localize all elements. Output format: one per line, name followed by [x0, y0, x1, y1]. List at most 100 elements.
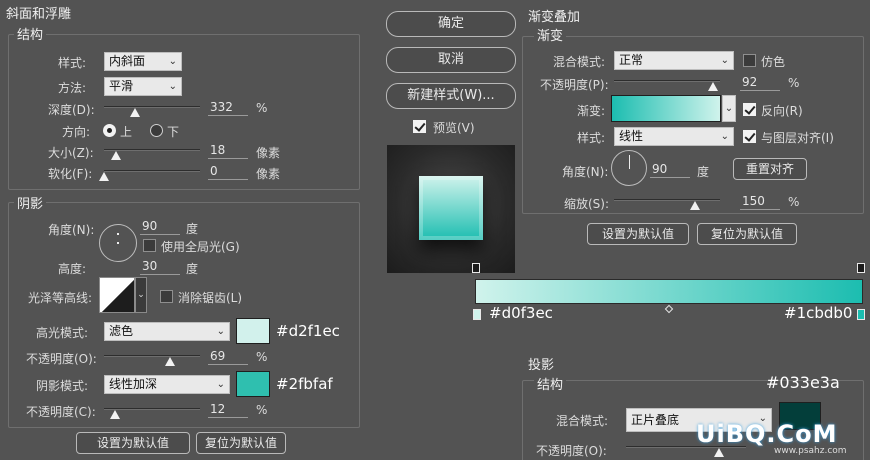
highlight-mode-value: 滤色 — [109, 324, 134, 338]
drop-shadow-opacity-thumb[interactable] — [714, 448, 724, 457]
bevel-technique-select[interactable]: 平滑 ⌄ — [104, 77, 182, 96]
gradient-blend-select[interactable]: 正常 ⌄ — [614, 51, 734, 70]
cancel-button[interactable]: 取消 — [386, 47, 516, 73]
gradient-dropdown-chevron-icon[interactable]: ⌄ — [722, 95, 736, 122]
bevel-depth-slider[interactable] — [104, 106, 200, 108]
drop-shadow-blend-label: 混合模式: — [556, 414, 609, 428]
chevron-down-icon: ⌄ — [168, 56, 177, 67]
dial-hand — [629, 155, 630, 169]
direction-down-radio[interactable] — [150, 124, 163, 137]
highlight-mode-label: 高光模式: — [36, 326, 89, 340]
dial-center — [117, 242, 119, 244]
gradient-blend-label: 混合模式: — [553, 55, 606, 69]
chevron-down-icon: ⌄ — [216, 379, 225, 390]
reverse-checkbox[interactable] — [743, 103, 756, 116]
shadow-mode-select[interactable]: 线性加深 ⌄ — [104, 375, 230, 394]
drop-shadow-opacity-label: 不透明度(O): — [536, 444, 607, 458]
gradient-end-hex: #1cbdb0 — [784, 304, 853, 322]
bevel-technique-value: 平滑 — [109, 79, 134, 93]
antialias-label: 消除锯齿(L) — [178, 291, 243, 305]
gradient-scale-thumb[interactable] — [690, 201, 700, 210]
opacity-stop-right-icon[interactable] — [857, 263, 865, 273]
shadow-opacity-input[interactable]: 12 — [208, 402, 248, 418]
gradient-scale-label: 缩放(S): — [564, 197, 610, 211]
style-preview-box — [387, 145, 515, 273]
color-stop-left-icon[interactable] — [473, 309, 481, 320]
align-layer-checkbox[interactable] — [743, 130, 756, 143]
shadow-mode-label: 阴影模式: — [36, 379, 89, 393]
bevel-technique-label: 方法: — [58, 81, 87, 95]
highlight-opacity-thumb[interactable] — [165, 357, 175, 366]
ok-button[interactable]: 确定 — [386, 11, 516, 37]
gradient-opacity-input[interactable]: 92 — [740, 75, 780, 91]
gradient-angle-input[interactable]: 90 — [650, 162, 690, 178]
highlight-mode-select[interactable]: 滤色 ⌄ — [104, 322, 230, 341]
chevron-down-icon: ⌄ — [216, 326, 225, 337]
gradient-reset-default-button[interactable]: 复位为默认值 — [697, 223, 797, 245]
reverse-label: 反向(R) — [761, 104, 803, 118]
gradient-make-default-button[interactable]: 设置为默认值 — [587, 223, 689, 245]
highlight-color-swatch[interactable] — [236, 318, 270, 344]
bevel-soften-thumb[interactable] — [99, 172, 109, 181]
gradient-label: 渐变: — [577, 104, 606, 118]
shadow-opacity-label: 不透明度(C): — [26, 405, 96, 419]
gloss-contour-label: 光泽等高线: — [28, 291, 93, 305]
highlight-opacity-input[interactable]: 69 — [208, 349, 248, 365]
bevel-soften-slider[interactable] — [104, 170, 200, 172]
gradient-style-label: 样式: — [577, 131, 606, 145]
reset-alignment-button[interactable]: 重置对齐 — [733, 158, 807, 180]
bevel-direction-label: 方向: — [62, 125, 91, 139]
gradient-angle-dial[interactable] — [611, 150, 647, 186]
shadow-color-swatch[interactable] — [236, 371, 270, 397]
bevel-make-default-button[interactable]: 设置为默认值 — [76, 432, 190, 454]
gradient-style-select[interactable]: 线性 ⌄ — [614, 127, 734, 146]
global-light-label: 使用全局光(G) — [161, 240, 240, 254]
bevel-soften-unit: 像素 — [256, 167, 281, 181]
shading-altitude-input[interactable]: 30 — [140, 259, 180, 275]
dial-marker — [117, 233, 119, 235]
bevel-size-thumb[interactable] — [111, 151, 121, 160]
midpoint-diamond-icon[interactable] — [664, 304, 674, 314]
direction-down-label: 下 — [167, 125, 180, 139]
drop-shadow-hex: #033e3a — [766, 373, 840, 392]
opacity-stop-left-icon[interactable] — [472, 263, 480, 273]
bevel-depth-input[interactable]: 332 — [208, 100, 248, 116]
dither-checkbox[interactable] — [743, 54, 756, 67]
color-stop-right-icon[interactable] — [857, 309, 865, 320]
gradient-opacity-slider[interactable] — [614, 80, 720, 82]
gradient-overlay-title: 渐变叠加 — [528, 10, 581, 25]
shadow-mode-value: 线性加深 — [109, 377, 158, 391]
watermark-url: www.psahz.com — [774, 446, 847, 456]
shading-angle-input[interactable]: 90 — [140, 219, 180, 235]
gloss-contour-preview[interactable] — [99, 277, 135, 313]
drop-shadow-blend-value: 正片叠底 — [631, 413, 680, 427]
chevron-down-icon: ⌄ — [168, 81, 177, 92]
gradient-opacity-label: 不透明度(P): — [540, 78, 609, 92]
bevel-size-input[interactable]: 18 — [208, 143, 248, 159]
preview-checkbox[interactable] — [413, 120, 426, 133]
bevel-depth-label: 深度(D): — [48, 103, 95, 117]
gradient-scale-slider[interactable] — [614, 199, 720, 201]
new-style-button[interactable]: 新建样式(W)... — [386, 83, 516, 109]
bevel-style-select[interactable]: 内斜面 ⌄ — [104, 52, 182, 71]
bevel-soften-input[interactable]: 0 — [208, 164, 248, 180]
gradient-bar[interactable] — [475, 279, 863, 304]
gradient-preview[interactable] — [611, 95, 721, 122]
shadow-opacity-thumb[interactable] — [110, 410, 120, 419]
antialias-checkbox[interactable] — [160, 290, 173, 303]
gradient-angle-label: 角度(N): — [562, 165, 609, 179]
shading-angle-dial[interactable] — [99, 224, 137, 262]
global-light-checkbox[interactable] — [143, 239, 156, 252]
gradient-start-hex: #d0f3ec — [489, 304, 553, 322]
contour-dropdown-chevron-icon[interactable]: ⌄ — [135, 277, 147, 313]
gradient-opacity-thumb[interactable] — [708, 82, 718, 91]
direction-up-radio[interactable] — [103, 124, 116, 137]
bevel-depth-thumb[interactable] — [130, 108, 140, 117]
watermark-logo: UiBQ.CoM — [696, 420, 838, 448]
bevel-title: 斜面和浮雕 — [6, 7, 72, 22]
chevron-down-icon: ⌄ — [720, 55, 729, 66]
highlight-opacity-slider[interactable] — [104, 355, 200, 357]
bevel-reset-default-button[interactable]: 复位为默认值 — [196, 432, 286, 454]
gradient-scale-input[interactable]: 150 — [740, 194, 780, 210]
bevel-structure-title: 结构 — [14, 24, 47, 43]
